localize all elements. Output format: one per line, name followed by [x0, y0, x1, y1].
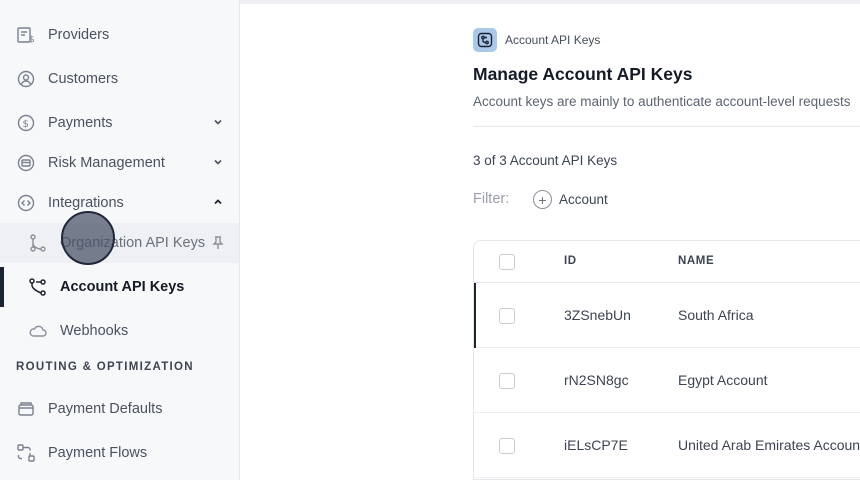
risk-icon — [16, 153, 36, 173]
sidebar-item-providers[interactable]: $ Providers — [0, 15, 239, 55]
payment-flows-icon — [16, 443, 36, 463]
sidebar-item-label: Payment Defaults — [48, 401, 163, 417]
sidebar-item-label: Providers — [48, 27, 110, 43]
sidebar-item-organization-api-keys[interactable]: Organization API Keys — [0, 223, 239, 263]
branch-icon — [28, 233, 48, 253]
sidebar-item-risk-management[interactable]: Risk Management — [0, 143, 239, 183]
chevron-up-icon — [211, 195, 225, 209]
api-keys-table: ID NAME 3ZSnebUn South Africa rN2SN8gc E… — [473, 240, 860, 480]
cloud-icon — [28, 321, 48, 341]
column-header-name: NAME — [678, 255, 715, 267]
sidebar-item-label: Payments — [48, 115, 113, 131]
sidebar-item-payment-flows[interactable]: Payment Flows — [0, 433, 239, 473]
sidebar-item-payment-defaults[interactable]: Payment Defaults — [0, 389, 239, 429]
cell-id: 3ZSnebUn — [564, 307, 631, 323]
sidebar-item-label: Risk Management — [48, 155, 165, 171]
sidebar-item-integrations[interactable]: Integrations — [0, 183, 239, 223]
table-row[interactable]: rN2SN8gc Egypt Account — [474, 348, 860, 413]
cell-name: South Africa — [678, 307, 754, 323]
payments-icon: $ — [16, 113, 36, 133]
table-header: ID NAME — [474, 241, 860, 283]
cell-id: rN2SN8gc — [564, 372, 629, 388]
filter-button-label: Account — [559, 192, 608, 207]
providers-icon: $ — [16, 25, 36, 45]
pin-icon[interactable] — [211, 235, 225, 251]
api-key-icon — [473, 28, 497, 52]
top-bar — [240, 0, 860, 4]
filter-account-button[interactable]: + Account — [533, 190, 608, 209]
chevron-down-icon — [211, 155, 225, 169]
cell-name: United Arab Emirates Account — [678, 437, 860, 453]
page-title: Manage Account API Keys — [473, 64, 693, 84]
page-description: Account keys are mainly to authenticate … — [473, 94, 851, 109]
select-all-checkbox[interactable] — [499, 254, 515, 270]
integrations-icon — [16, 193, 36, 213]
row-checkbox[interactable] — [499, 438, 515, 454]
svg-text:$: $ — [23, 119, 29, 130]
sidebar-item-account-api-keys[interactable]: Account API Keys — [0, 267, 239, 307]
account-keys-icon — [28, 277, 48, 297]
svg-text:$: $ — [29, 35, 35, 45]
row-checkbox[interactable] — [499, 373, 515, 389]
divider — [473, 126, 860, 127]
cell-name: Egypt Account — [678, 372, 768, 388]
sidebar-item-label: Payment Flows — [48, 445, 148, 461]
payment-defaults-icon — [16, 399, 36, 419]
plus-circle-icon: + — [533, 190, 552, 209]
column-header-id: ID — [564, 255, 577, 267]
row-checkbox[interactable] — [499, 308, 515, 324]
customers-icon — [16, 69, 36, 89]
sidebar-item-label: Account API Keys — [60, 279, 185, 295]
breadcrumb-label: Account API Keys — [505, 33, 601, 47]
sidebar-item-customers[interactable]: Customers — [0, 59, 239, 99]
cell-id: iELsCP7E — [564, 437, 628, 453]
section-heading-routing: ROUTING & OPTIMIZATION — [16, 361, 194, 373]
sidebar-item-label: Webhooks — [60, 323, 129, 339]
chevron-down-icon — [211, 115, 225, 129]
results-count: 3 of 3 Account API Keys — [473, 153, 618, 168]
table-row[interactable]: iELsCP7E United Arab Emirates Account — [474, 413, 860, 478]
sidebar-item-payments[interactable]: $ Payments — [0, 103, 239, 143]
filter-label: Filter: — [473, 191, 510, 207]
cursor-indicator — [61, 211, 115, 265]
sidebar-item-label: Integrations — [48, 195, 124, 211]
sidebar-item-webhooks[interactable]: Webhooks — [0, 311, 239, 351]
table-row[interactable]: 3ZSnebUn South Africa — [474, 283, 860, 348]
sidebar: $ Providers Customers $ Payments Risk Ma… — [0, 0, 240, 480]
breadcrumb: Account API Keys — [473, 28, 600, 52]
sidebar-item-label: Customers — [48, 71, 119, 87]
